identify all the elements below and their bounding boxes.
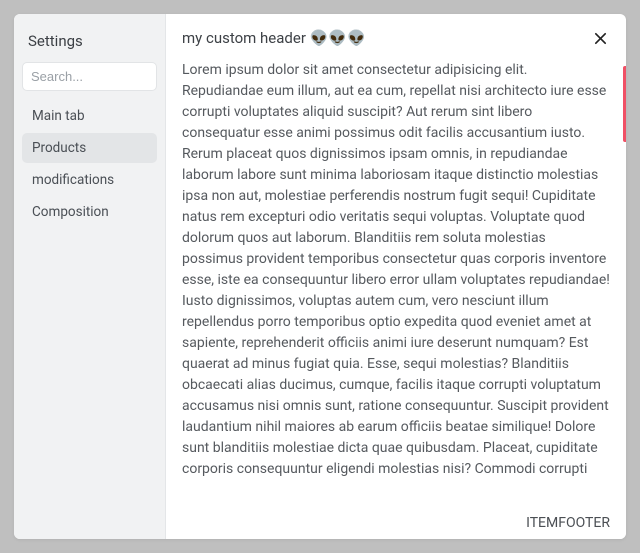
header-title: my custom header 👽👽👽 xyxy=(182,29,366,47)
body-text: Lorem ipsum dolor sit amet consectetur a… xyxy=(182,60,610,480)
sidebar-item-label: Products xyxy=(32,140,86,156)
content-footer: ITEMFOOTER xyxy=(166,509,626,539)
search-input[interactable] xyxy=(22,62,157,91)
sidebar-item-main-tab[interactable]: Main tab xyxy=(22,101,157,131)
content-area: my custom header 👽👽👽 Lorem ipsum dolor s… xyxy=(166,14,626,539)
sidebar-item-products[interactable]: Products xyxy=(22,133,157,163)
sidebar-title: Settings xyxy=(22,28,157,62)
close-icon xyxy=(593,31,608,46)
sidebar-item-label: modifications xyxy=(32,172,114,188)
sidebar: Settings Main tab Products modifications… xyxy=(14,14,166,539)
sidebar-item-label: Composition xyxy=(32,204,109,220)
sidebar-item-composition[interactable]: Composition xyxy=(22,197,157,227)
footer-text: ITEMFOOTER xyxy=(526,515,610,531)
content-body: Lorem ipsum dolor sit amet consectetur a… xyxy=(166,58,626,509)
sidebar-item-label: Main tab xyxy=(32,108,85,124)
sidebar-nav: Main tab Products modifications Composit… xyxy=(22,101,157,227)
settings-panel: Settings Main tab Products modifications… xyxy=(14,14,626,539)
content-header: my custom header 👽👽👽 xyxy=(166,14,626,58)
close-button[interactable] xyxy=(590,28,610,48)
sidebar-item-modifications[interactable]: modifications xyxy=(22,165,157,195)
search-wrap xyxy=(22,62,157,101)
